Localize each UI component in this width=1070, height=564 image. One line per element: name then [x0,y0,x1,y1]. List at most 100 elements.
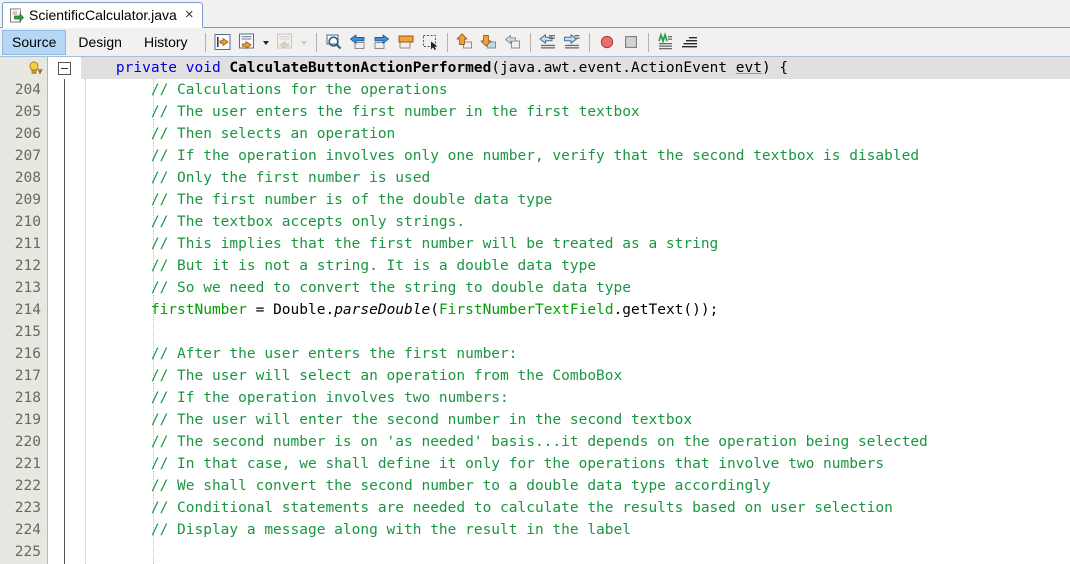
code-line: // So we need to convert the string to d… [81,277,1070,299]
code-line: // We shall convert the second number to… [81,475,1070,497]
toolbar-separator [446,32,448,52]
code-token: parseDouble [334,302,431,318]
toggle-highlight-search-icon[interactable] [655,31,677,53]
code-token: // Calculations for the operations [150,82,448,98]
code-token: evt [735,60,762,76]
line-number: 223 [14,500,41,516]
code-line: // The first number is of the double dat… [81,189,1070,211]
shift-right-icon[interactable] [561,31,583,53]
code-line: // After the user enters the first numbe… [81,343,1070,365]
code-token: // The user will enter the second number… [150,412,693,428]
code-line: // Conditional statements are needed to … [81,497,1070,519]
code-editor[interactable]: 204 205 206 207 208 209 210 211 212 213 214 215 216 2… [0,57,1070,564]
code-token: // The user will select an operation fro… [150,368,623,384]
previous-bookmark-icon[interactable] [347,31,369,53]
toggle-line-wrap-icon[interactable] [679,31,701,53]
code-token: // Conditional statements are needed to … [150,500,893,516]
line-number: 210 [14,214,41,230]
code-line: // This implies that the first number wi… [81,233,1070,255]
toggle-rectangular-selection-icon[interactable] [419,31,441,53]
code-token: FirstNumberTextField [438,302,614,318]
code-line: // But it is not a string. It is a doubl… [81,255,1070,277]
tab-design[interactable]: Design [68,30,132,55]
code-token: // Only the first number is used [150,170,431,186]
code-line: // The user enters the first number in t… [81,101,1070,123]
code-line: // In that case, we shall define it only… [81,453,1070,475]
code-line: // Then selects an operation [81,123,1070,145]
last-edit-icon[interactable] [212,31,234,53]
start-macro-recording-icon[interactable] [596,31,618,53]
toolbar-separator [647,32,649,52]
line-number: 212 [14,258,41,274]
code-token: // This implies that the first number wi… [150,236,719,252]
line-number: 224 [14,522,41,538]
line-number: 216 [14,346,41,362]
next-error-icon[interactable] [478,31,500,53]
back-dropdown-icon[interactable] [260,31,272,53]
toolbar-separator [315,32,317,52]
code-token: ) { [761,60,789,76]
editor-tab-strip: ScientificCalculator.java × [0,0,1070,28]
line-number: 217 [14,368,41,384]
code-token: ( [430,302,439,318]
line-number: 207 [14,148,41,164]
previous-error-icon[interactable] [454,31,476,53]
collapse-fold-icon[interactable] [58,62,71,75]
warning-lightbulb-icon[interactable] [27,61,43,76]
tab-scientificcalculator-java[interactable]: ScientificCalculator.java × [2,2,203,28]
line-number: 208 [14,170,41,186]
line-number: 214 [14,302,41,318]
tab-history[interactable]: History [134,30,198,55]
java-file-icon [9,8,24,23]
line-number: 215 [14,324,41,340]
tab-source[interactable]: Source [2,29,67,55]
line-number: 219 [14,412,41,428]
find-selection-icon[interactable] [323,31,345,53]
code-token: // So we need to convert the string to d… [150,280,631,296]
previous-annotation-icon[interactable] [502,31,524,53]
toggle-bookmark-icon[interactable] [395,31,417,53]
code-token: CalculateButtonActionPerformed [229,60,492,76]
shift-left-icon[interactable] [537,31,559,53]
code-token: // Then selects an operation [150,126,396,142]
code-fold-column[interactable] [48,57,81,564]
stop-macro-recording-icon[interactable] [620,31,642,53]
code-line: // The user will enter the second number… [81,409,1070,431]
code-token: // If the operation involves only one nu… [150,148,920,164]
line-number: 222 [14,478,41,494]
code-token: // We shall convert the second number to… [150,478,771,494]
forward-to-source-icon [274,31,296,53]
code-token: private [115,60,178,76]
toolbar-separator [529,32,531,52]
back-to-source-icon[interactable] [236,31,258,53]
tab-label: ScientificCalculator.java [29,7,177,23]
code-text-area[interactable]: private void CalculateButtonActionPerfor… [81,57,1070,564]
code-line: // The textbox accepts only strings. [81,211,1070,233]
code-line: // Display a message along with the resu… [81,519,1070,541]
code-line: // Only the first number is used [81,167,1070,189]
line-number: 218 [14,390,41,406]
next-bookmark-icon[interactable] [371,31,393,53]
line-numbers: 204 205 206 207 208 209 210 211 212 213 214 215 216 2… [0,57,47,563]
line-number: 205 [14,104,41,120]
close-icon[interactable]: × [182,7,195,24]
line-number: 211 [14,236,41,252]
